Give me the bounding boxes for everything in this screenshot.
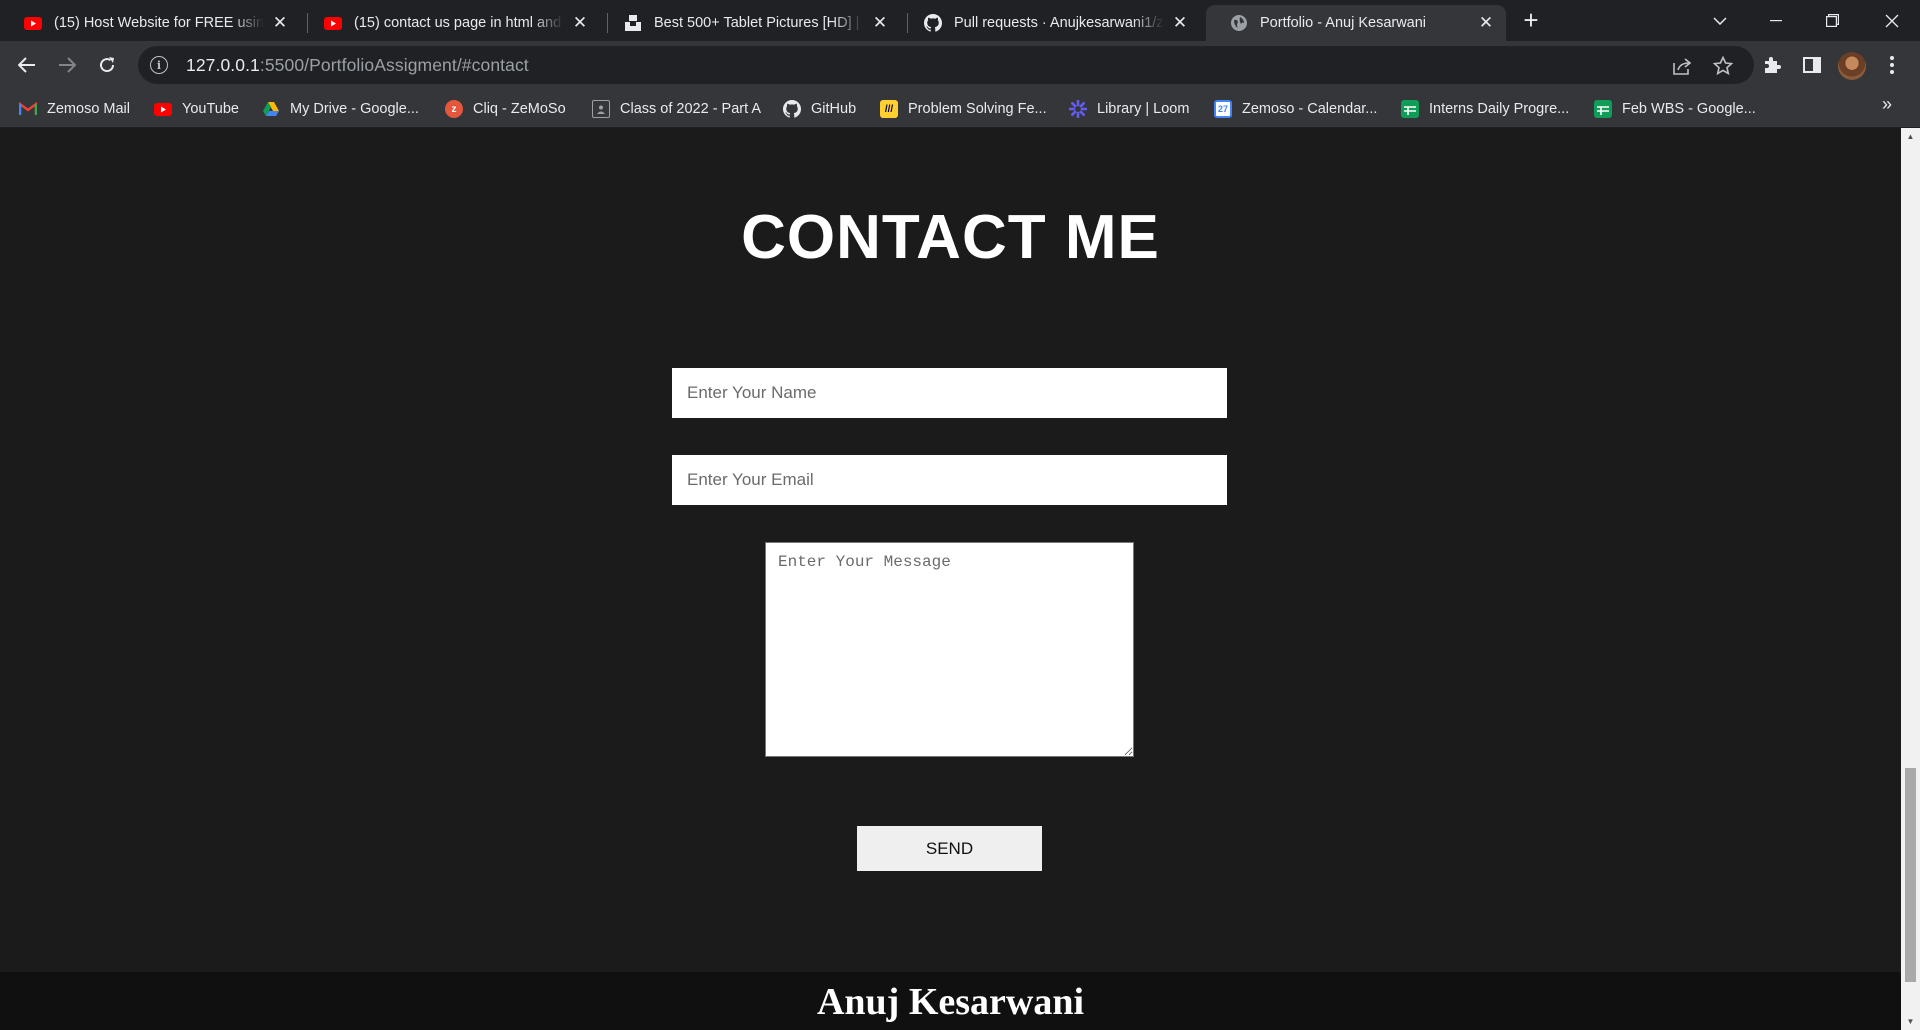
bookmark-feb-wbs[interactable]: Feb WBS - Google... [1594,97,1756,121]
bookmark-github[interactable]: GitHub [783,97,856,121]
bookmark-label: Library | Loom [1097,101,1190,117]
miro-icon: /// [880,100,898,118]
tab-pull-requests[interactable]: Pull requests · Anujkesarwani1/ze ✕ [900,5,1200,41]
contact-heading: CONTACT ME [741,203,1160,272]
github-icon [783,100,801,118]
close-tab-icon[interactable]: ✕ [568,11,592,35]
youtube-icon [24,14,42,32]
tab-title: Best 500+ Tablet Pictures [HD] | D [654,15,864,31]
sheets-icon [1594,100,1612,118]
youtube-icon [154,100,172,118]
close-tab-icon[interactable]: ✕ [1168,11,1192,35]
bookmark-label: Class of 2022 - Part A [620,101,762,117]
youtube-icon [324,14,342,32]
classroom-icon [592,100,610,118]
google-drive-icon [262,100,280,118]
bookmark-youtube[interactable]: YouTube [154,97,239,121]
tab-title: Pull requests · Anujkesarwani1/ze [954,15,1164,31]
footer: Anuj Kesarwani [0,972,1901,1030]
bookmark-cliq[interactable]: z Cliq - ZeMoSo [445,97,566,121]
url-text: 127.0.0.1:5500/PortfolioAssigment/#conta… [186,55,529,76]
forward-button[interactable] [51,49,83,81]
bookmark-problem-solving[interactable]: /// Problem Solving Fe... [880,97,1047,121]
name-field[interactable] [672,368,1227,418]
tab-strip: (15) Host Website for FREE using ✕ (15) … [0,0,1920,41]
tab-title: (15) Host Website for FREE using [54,15,264,31]
menu-kebab-icon[interactable] [1876,49,1908,81]
close-tab-icon[interactable]: ✕ [868,11,892,35]
bookmark-label: Problem Solving Fe... [908,101,1047,117]
gmail-icon [19,100,37,118]
globe-icon [1230,14,1248,32]
bookmark-label: YouTube [182,101,239,117]
calendar-icon: 27 [1214,100,1232,118]
bookmark-label: Zemoso Mail [47,101,130,117]
bookmark-label: Feb WBS - Google... [1622,101,1756,117]
email-field[interactable] [672,455,1227,505]
tab-tablet-pictures[interactable]: Best 500+ Tablet Pictures [HD] | D ✕ [600,5,900,41]
bookmark-label: Cliq - ZeMoSo [473,101,566,117]
loom-icon [1069,100,1087,118]
minimize-button[interactable] [1748,0,1804,41]
bookmark-star-icon[interactable] [1712,55,1734,77]
sheets-icon [1401,100,1419,118]
new-tab-button[interactable]: + [1515,7,1547,35]
page-scrollbar[interactable]: ▲ ▼ [1901,128,1920,1030]
restore-button[interactable] [1804,0,1860,41]
reload-button[interactable] [91,49,123,81]
tab-search-icon[interactable] [1692,0,1748,41]
bookmark-interns-daily-progress[interactable]: Interns Daily Progre... [1401,97,1569,121]
browser-toolbar: i 127.0.0.1:5500/PortfolioAssigment/#con… [0,41,1920,89]
bookmark-label: Interns Daily Progre... [1429,101,1570,117]
side-panel-icon[interactable] [1796,49,1828,81]
close-tab-icon[interactable]: ✕ [268,11,292,35]
cliq-icon: z [445,100,463,118]
page-viewport: CONTACT ME SEND Anuj Kesarwani [0,128,1901,1030]
send-button[interactable]: SEND [857,826,1042,871]
share-icon[interactable] [1672,55,1694,77]
bookmark-my-drive[interactable]: My Drive - Google... [262,97,419,121]
bookmark-zemoso-calendar[interactable]: 27 Zemoso - Calendar... [1214,97,1377,121]
profile-avatar[interactable] [1838,52,1866,80]
tab-title: (15) contact us page in html and [354,15,562,31]
bookmark-label: My Drive - Google... [290,101,419,117]
tab-portfolio[interactable]: Portfolio - Anuj Kesarwani ✕ [1206,5,1506,41]
tab-contact-us[interactable]: (15) contact us page in html and ✕ [300,5,600,41]
footer-name: Anuj Kesarwani [816,981,1085,1023]
close-window-button[interactable] [1864,0,1920,41]
url-host: 127.0.0.1 [186,54,260,75]
tab-title: Portfolio - Anuj Kesarwani [1260,15,1427,31]
scroll-up-icon[interactable]: ▲ [1901,128,1920,145]
bookmarks-bar: Zemoso Mail YouTube My Drive - Google...… [0,89,1920,128]
site-info-icon[interactable]: i [150,56,168,74]
tab-host-website[interactable]: (15) Host Website for FREE using ✕ [0,5,300,41]
back-button[interactable] [11,49,43,81]
extensions-icon[interactable] [1756,49,1788,81]
scrollbar-thumb[interactable] [1905,768,1916,982]
message-textarea[interactable] [765,542,1134,757]
bookmark-zemoso-mail[interactable]: Zemoso Mail [19,97,130,121]
unsplash-icon [624,14,642,32]
address-bar[interactable]: i 127.0.0.1:5500/PortfolioAssigment/#con… [138,46,1754,84]
bookmarks-overflow-icon[interactable]: » [1882,94,1892,115]
bookmark-label: Zemoso - Calendar... [1242,101,1378,117]
close-tab-icon[interactable]: ✕ [1474,11,1498,35]
bookmark-loom[interactable]: Library | Loom [1069,97,1189,121]
bookmark-label: GitHub [811,101,857,117]
url-path: :5500/PortfolioAssigment/#contact [259,54,529,75]
github-icon [924,14,942,32]
scroll-down-icon[interactable]: ▼ [1901,1013,1920,1030]
bookmark-class-of-2022[interactable]: Class of 2022 - Part A [592,97,761,121]
